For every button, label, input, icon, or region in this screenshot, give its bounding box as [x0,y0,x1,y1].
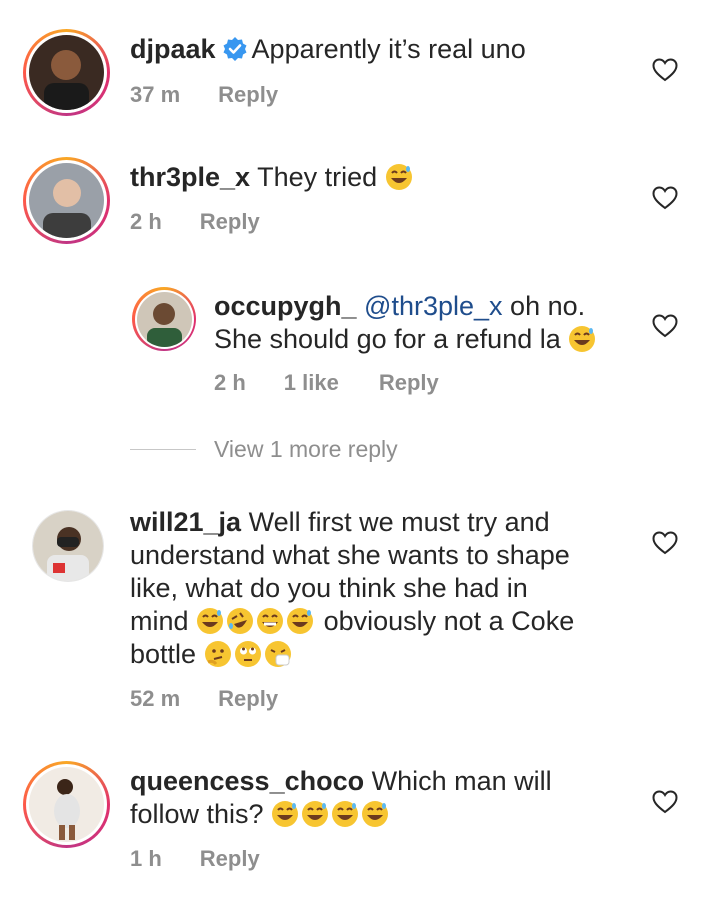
comment-text: Well first we must try and [248,507,550,537]
reply-button[interactable]: Reply [379,370,439,396]
heart-icon[interactable] [652,58,678,82]
like-count[interactable]: 1 like [284,370,339,396]
avatar[interactable] [32,510,104,582]
comment-time: 2 h [130,209,162,234]
comment-text: oh no. [510,291,586,321]
grinning-sweat-emoji-icon [332,801,359,827]
heart-icon[interactable] [652,186,678,210]
verified-badge-icon [223,37,247,61]
view-more-replies-button[interactable]: View 1 more reply [130,436,398,463]
grinning-sweat-emoji-icon [272,801,299,827]
reply-button[interactable]: Reply [218,686,278,712]
reply-button[interactable]: Reply [200,846,260,872]
comment-username[interactable]: will21_ja [130,507,241,537]
reply-button[interactable]: Reply [218,82,278,108]
comment-text: They tried [257,162,378,192]
comment-text: Which man will [371,766,552,796]
avatar[interactable] [23,29,110,116]
grinning-emoji-icon [257,608,284,634]
comment-text: Apparently it’s real uno [251,34,526,64]
comment-time: 1 h [130,846,162,871]
grinning-sweat-emoji-icon [385,164,412,190]
heart-icon[interactable] [652,790,678,814]
avatar[interactable] [23,157,110,244]
divider [130,449,196,450]
comment-text: obviously not a Coke [323,606,575,636]
grinning-sweat-emoji-icon [287,608,314,634]
comment-text: mind [130,606,189,636]
avatar[interactable] [132,287,196,351]
comment-text: like, what do you think she had in [130,573,528,603]
comment-username[interactable]: queencess_choco [130,766,364,796]
comment-time: 52 m [130,686,181,711]
heart-icon[interactable] [652,314,678,338]
thinking-emoji-icon [204,641,231,667]
grinning-sweat-emoji-icon [569,326,596,352]
reply-button[interactable]: Reply [200,209,260,235]
comment-text: understand what she wants to shape [130,540,570,570]
view-more-label: View 1 more reply [214,436,398,462]
rofl-emoji-icon [227,608,254,634]
comment-text: bottle [130,639,197,669]
sneezing-emoji-icon [264,641,291,667]
comment-username[interactable]: occupygh_ [214,291,357,321]
grinning-sweat-emoji-icon [362,801,389,827]
comment-username[interactable]: djpaak [130,34,216,64]
comment-text: She should go for a refund la [214,324,561,354]
comment-time: 37 m [130,82,181,107]
grinning-sweat-emoji-icon [197,608,224,634]
eye-roll-emoji-icon [234,641,261,667]
comment-text: follow this? [130,799,264,829]
comment-username[interactable]: thr3ple_x [130,162,250,192]
heart-icon[interactable] [652,531,678,555]
grinning-sweat-emoji-icon [302,801,329,827]
avatar[interactable] [23,761,110,848]
mention-link[interactable]: @thr3ple_x [364,291,502,321]
comment-time: 2 h [214,370,246,395]
